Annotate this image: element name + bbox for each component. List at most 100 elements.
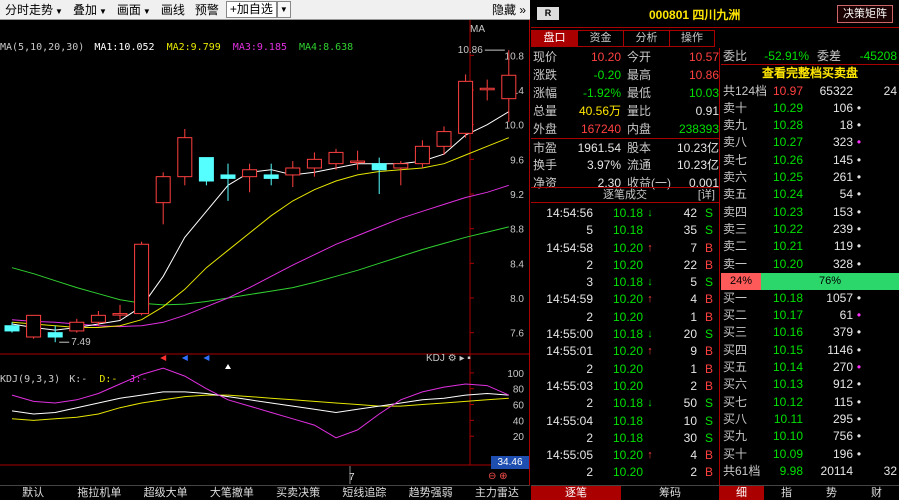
tab-short-tracking[interactable]: 短线追踪 xyxy=(331,486,397,500)
tab-tick-trades[interactable]: 逐笔 xyxy=(531,486,621,500)
quote-label: 流通 xyxy=(627,158,652,172)
sell-ratio: 24% xyxy=(721,272,761,290)
tab-large-cancel[interactable]: 大笔撤单 xyxy=(199,486,265,500)
trade-time: 14:55:00 xyxy=(546,327,593,342)
trade-side: B xyxy=(704,257,713,272)
sell-level-label: 卖八 xyxy=(723,135,748,150)
kdj-axis-label: 20 xyxy=(513,432,525,443)
trade-price: 10.20 xyxy=(612,309,643,324)
tab-order-book[interactable]: 盘口 xyxy=(531,30,577,47)
quote-label: 外盘 xyxy=(533,122,558,136)
tab-trend-strength[interactable]: 趋势强弱 xyxy=(398,486,464,500)
kdj-k-line xyxy=(11,391,509,415)
tab-chips[interactable]: 筹码 xyxy=(621,486,719,500)
kdj-axis-label: 100 xyxy=(507,369,524,380)
buy-level-label: 买五 xyxy=(723,360,748,375)
level-marker-icon: • xyxy=(856,100,862,115)
cursor-value-badge: 34.46 xyxy=(491,456,529,469)
tab-finance[interactable]: 财 xyxy=(854,486,899,500)
quote-value: 10.23亿 xyxy=(676,158,719,172)
sell-level-row: 卖三 10.22 239 • xyxy=(721,221,899,238)
ma4-value: MA4:8.638 xyxy=(299,42,354,53)
kline-chart-area[interactable]: 10.810.410.09.69.28.88.48.07.61008060402… xyxy=(0,20,530,485)
candle-up xyxy=(134,243,150,315)
toolbar-alert[interactable]: 预警 xyxy=(190,0,224,20)
trade-side: B xyxy=(704,361,713,376)
tab-funds[interactable]: 资金 xyxy=(577,30,623,47)
arrow-down-icon: ↓ xyxy=(647,276,653,289)
gear-icon[interactable]: ⚙ xyxy=(448,353,457,364)
trade-row: 2 10.18 30 S xyxy=(531,430,719,447)
buy-level-price: 10.15 xyxy=(772,342,803,357)
level-marker-icon: • xyxy=(856,187,862,202)
tab-index[interactable]: 指 xyxy=(764,486,809,500)
arrow-down-icon xyxy=(643,430,657,447)
event-marker-icon xyxy=(203,355,210,361)
toolbar-overlay-menu[interactable]: 叠加 ▼ xyxy=(68,0,112,20)
kline-chart-svg[interactable]: 10.810.410.09.69.28.88.48.07.61008060402… xyxy=(0,20,530,485)
decision-matrix-button[interactable]: 决策矩阵 xyxy=(837,5,893,23)
quote-value: 10.86 xyxy=(688,68,719,82)
buy-level-price: 10.17 xyxy=(772,308,803,323)
candle-down xyxy=(220,174,236,179)
tab-super-large-orders[interactable]: 超级大单 xyxy=(133,486,199,500)
trade-time: 2 xyxy=(586,257,593,272)
trade-row: 14:54:58 10.20 ↑ 7 B xyxy=(531,240,719,257)
full-book-link[interactable]: 查看完整档买卖盘 xyxy=(721,65,899,82)
candle-up xyxy=(436,131,452,147)
chevron-down-icon: ▼ xyxy=(55,6,63,16)
chevron-down-icon: ▼ xyxy=(98,6,107,16)
toolbar-screen-menu[interactable]: 画面 ▼ xyxy=(112,0,156,20)
zoom-out-icon[interactable]: ⊖ xyxy=(488,471,496,482)
trades-detail-button[interactable]: [详] xyxy=(698,188,715,202)
hide-toolbar-button[interactable]: 隐藏 » xyxy=(487,0,530,20)
toolbar-draw-lines[interactable]: 画线 xyxy=(156,0,190,20)
tab-fine[interactable]: 细 xyxy=(719,486,764,500)
full-book-row: 查看完整档买卖盘 xyxy=(721,65,899,82)
buy-level-label: 买四 xyxy=(723,342,748,357)
quote-label: 总量 xyxy=(533,104,558,118)
zoom-in-icon[interactable]: ⊕ xyxy=(499,471,507,482)
trade-side: B xyxy=(704,465,713,480)
arrow-down-icon: ↓ xyxy=(647,328,653,341)
trade-row: 2 10.20 22 B xyxy=(531,257,719,274)
trade-time: 2 xyxy=(586,430,593,445)
trade-row: 5 10.18 35 S xyxy=(531,222,719,239)
quote-tabs: 盘口 资金 分析 操作 xyxy=(531,30,721,47)
panel-divider xyxy=(719,48,720,485)
tab-operation[interactable]: 操作 xyxy=(669,30,715,47)
candle-up xyxy=(26,314,42,338)
tab-analysis[interactable]: 分析 xyxy=(623,30,669,47)
quote-label: 最低 xyxy=(627,86,652,100)
tab-trade-decision[interactable]: 买卖决策 xyxy=(265,486,331,500)
ma-legend: MA(5,10,20,30) MA1:10.052 MA2:9.799 MA3:… xyxy=(0,42,353,53)
sell-level-row: 卖九 10.28 18 • xyxy=(721,117,899,134)
add-watchlist-dropdown[interactable]: ▼ xyxy=(276,1,291,18)
sell-level-label: 卖十 xyxy=(723,100,748,115)
buy-level-label: 买三 xyxy=(723,325,748,340)
buy-sell-ratio-bar: 24% 76% xyxy=(721,272,899,290)
close-icon[interactable]: ▪ xyxy=(467,353,471,364)
trade-time: 14:54:59 xyxy=(546,292,593,307)
buy-ratio: 76% xyxy=(761,272,899,290)
sell-level-price: 10.27 xyxy=(772,135,803,150)
price-axis-label: 9.6 xyxy=(510,155,524,166)
collapse-icon[interactable]: ▸ xyxy=(459,353,464,364)
sell-level-row: 卖一 10.20 328 • xyxy=(721,256,899,273)
tab-trend[interactable]: 势 xyxy=(809,486,854,500)
buy-level-volume: 756 xyxy=(832,429,853,444)
tab-tractor-orders[interactable]: 拖拉机单 xyxy=(66,486,132,500)
stock-badge: R xyxy=(537,7,559,20)
buy-level-volume: 912 xyxy=(832,377,853,392)
toolbar-timeshare-menu[interactable]: 分时走势 ▼ xyxy=(0,0,68,20)
buy-level-price: 10.16 xyxy=(772,325,803,340)
tab-default[interactable]: 默认 xyxy=(0,486,66,500)
add-watchlist-button[interactable]: +加自选 xyxy=(225,1,277,18)
sell-level-price: 10.26 xyxy=(772,152,803,167)
candle-up xyxy=(393,163,409,169)
trade-side: S xyxy=(704,223,713,238)
tab-main-radar[interactable]: 主力雷达 xyxy=(464,486,530,500)
quote-label: 涨跌 xyxy=(533,68,558,82)
level-marker-icon: • xyxy=(856,325,862,340)
level-marker-icon: • xyxy=(856,256,862,271)
